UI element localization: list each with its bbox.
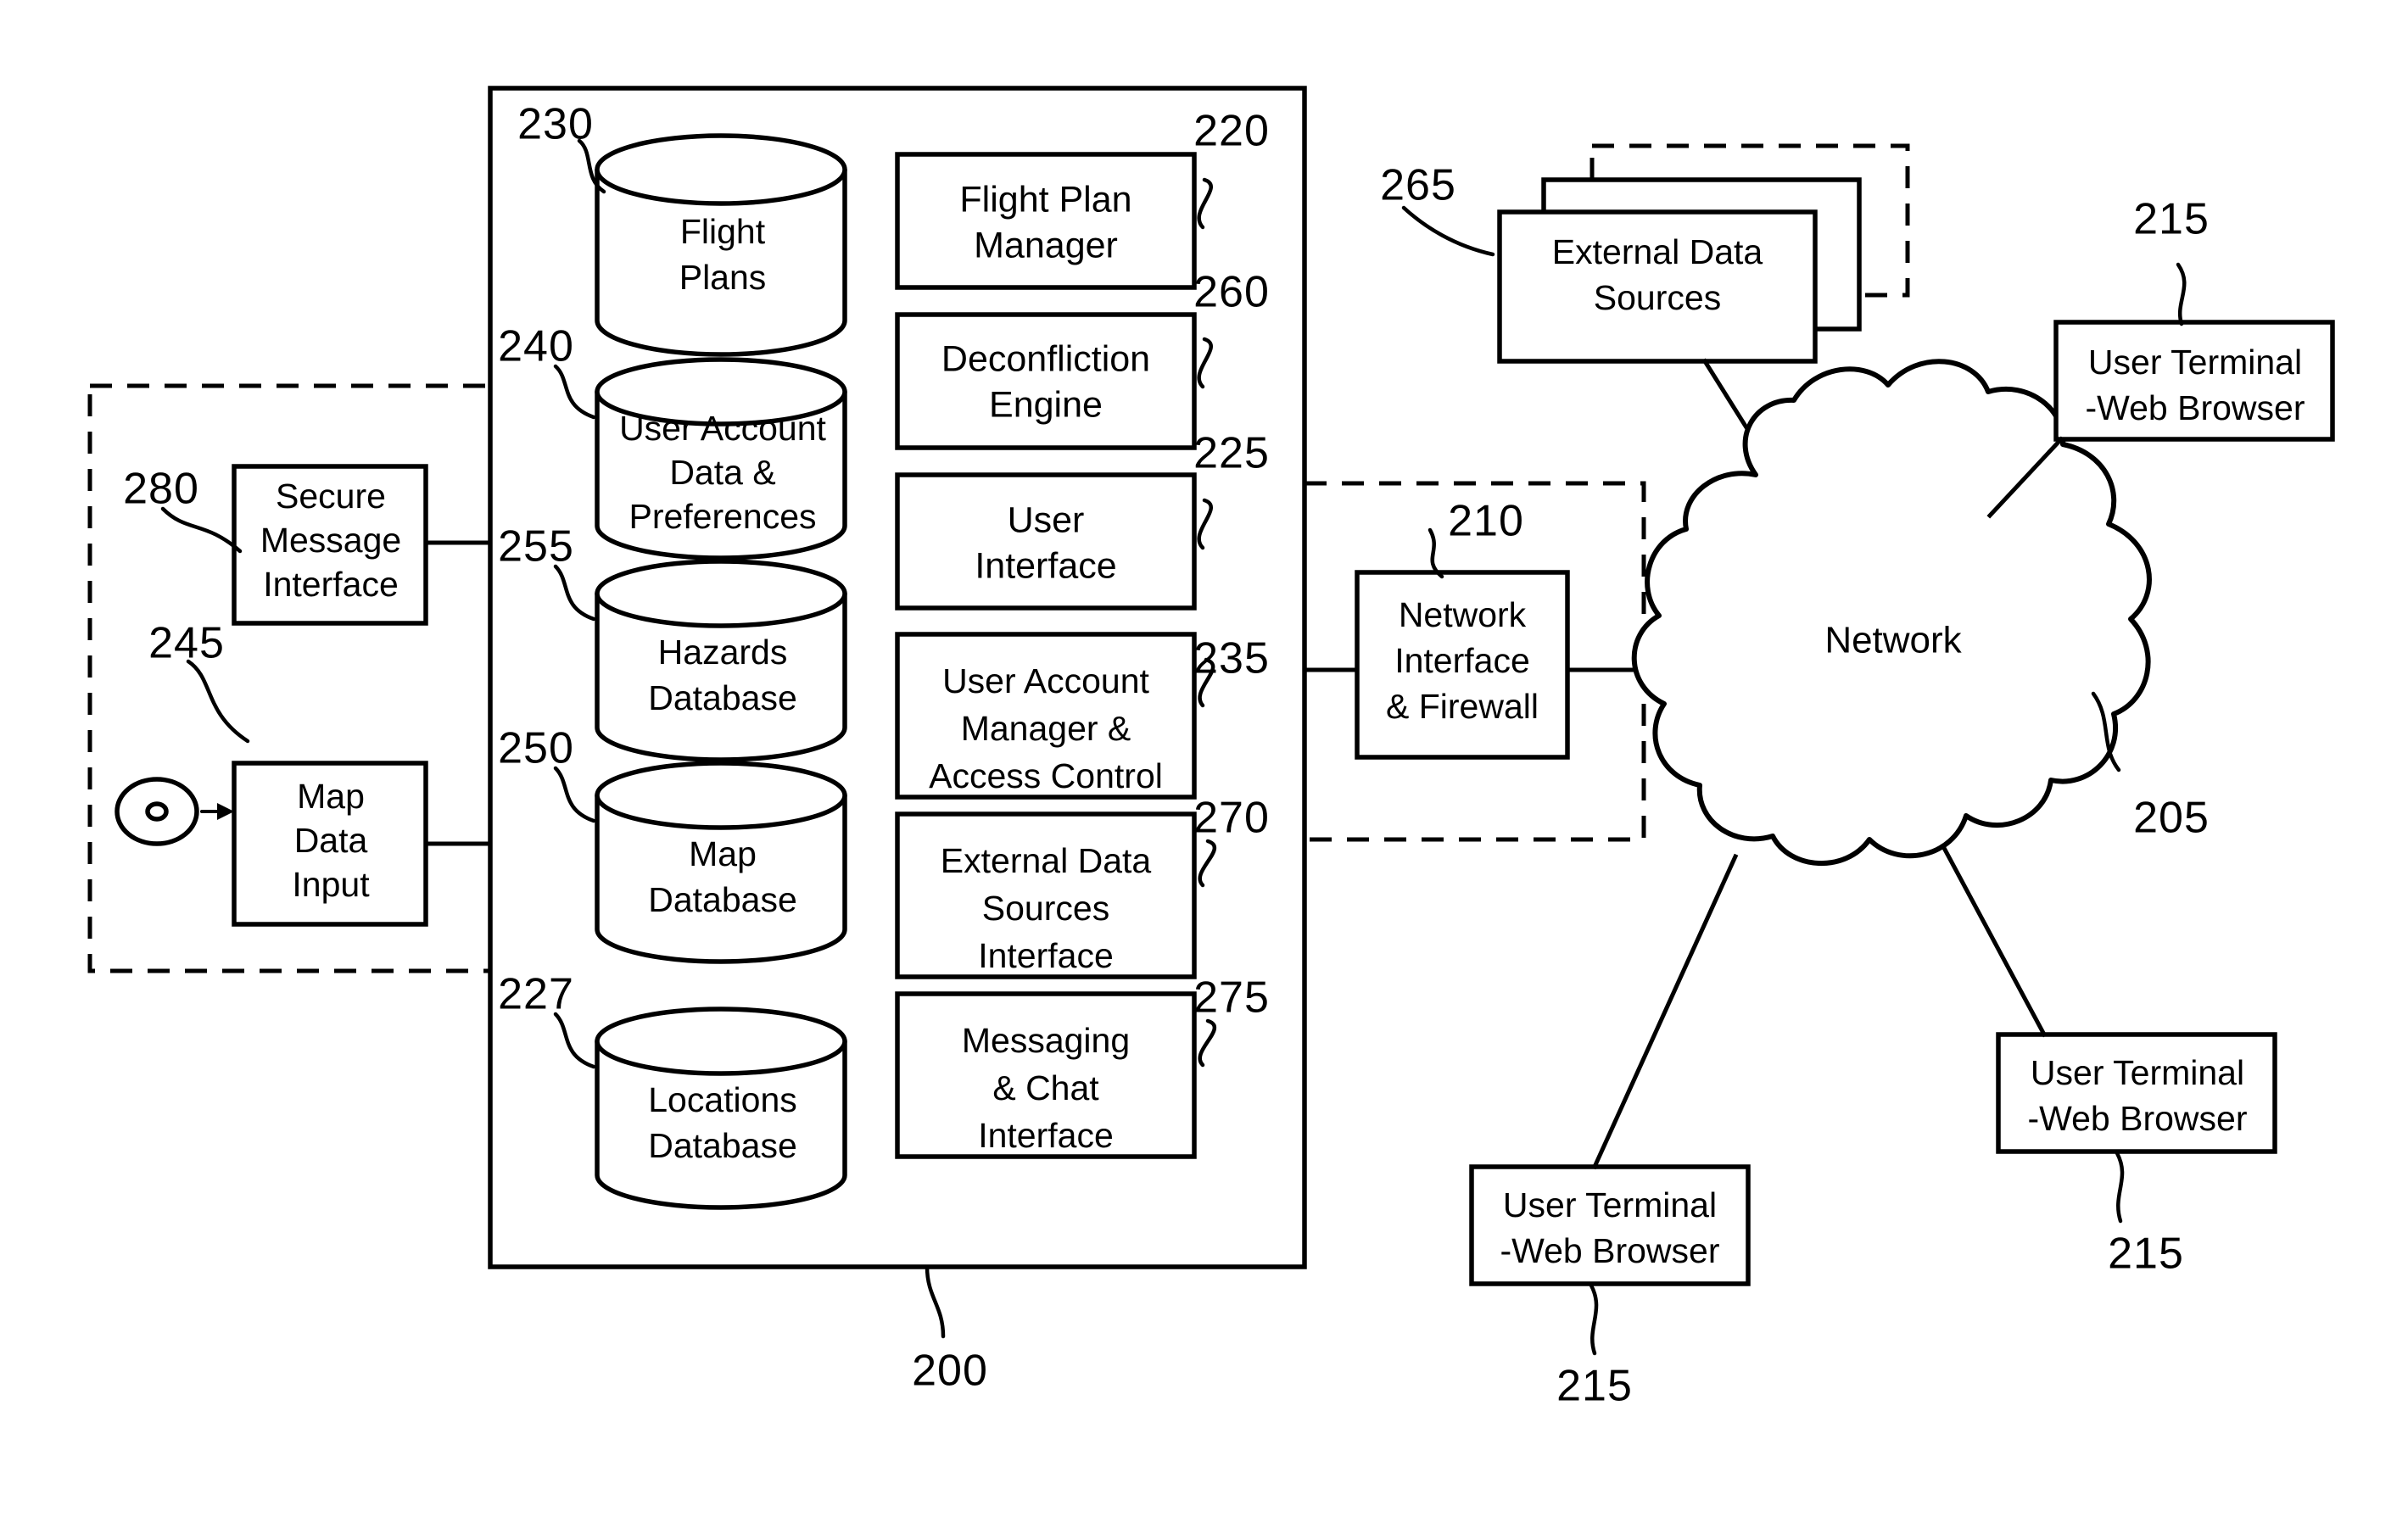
ref-265: 265 <box>1380 161 1456 210</box>
ut-bottom-right-label-2: -Web Browser <box>2028 1099 2248 1138</box>
ut-top-right-label-1: User Terminal <box>2088 343 2302 382</box>
db-map-label-2: Database <box>648 880 797 919</box>
eds-label-1: External Data <box>1552 232 1763 271</box>
module-uam-label-1: User Account <box>942 661 1149 700</box>
leader-210 <box>1427 527 1444 579</box>
module-de-label-1: Deconfliction <box>941 338 1150 379</box>
ref-280: 280 <box>123 465 199 514</box>
ref-260: 260 <box>1193 268 1270 317</box>
module-uam-label-3: Access Control <box>929 756 1163 795</box>
ref-240: 240 <box>498 322 574 371</box>
eds-label-2: Sources <box>1594 278 1721 317</box>
network-label: Network <box>1824 620 1962 661</box>
module-deconfliction-engine <box>895 312 1197 450</box>
ref-275: 275 <box>1193 973 1270 1023</box>
leader-265 <box>1401 205 1495 257</box>
nif-label-2: Interface <box>1394 641 1530 680</box>
module-fpm-label-1: Flight Plan <box>959 179 1131 220</box>
db-hazards-label-1: Hazards <box>658 633 788 672</box>
db-hazards-label-2: Database <box>648 678 797 717</box>
module-de-label-2: Engine <box>989 384 1103 425</box>
leader-215-bottom-right <box>2115 1151 2125 1224</box>
db-map-label-1: Map <box>689 834 757 873</box>
map-data-label-1: Map <box>297 777 365 816</box>
secure-msg-label-2: Message <box>260 521 401 560</box>
ref-200: 200 <box>912 1347 988 1396</box>
ut-top-right-label-2: -Web Browser <box>2086 388 2305 427</box>
module-ui-label-1: User <box>1008 499 1085 540</box>
ref-215-bottom-left: 215 <box>1556 1362 1633 1411</box>
db-user-account-label-1: User Account <box>619 409 826 448</box>
nif-label-3: & Firewall <box>1386 687 1539 726</box>
connector-cloud-to-ut-bottom-right <box>1941 845 2048 1038</box>
module-edsi-label-3: Interface <box>978 936 1114 975</box>
system-architecture-diagram: 200 230 Flight Plans 240 User Account Da… <box>87 86 2335 1411</box>
ref-215-top-right: 215 <box>2133 195 2210 244</box>
db-flight-plans-label-1: Flight <box>680 212 766 251</box>
module-mci-label-3: Interface <box>978 1116 1114 1155</box>
module-flight-plan-manager <box>895 152 1197 290</box>
module-mci-label-2: & Chat <box>992 1068 1099 1107</box>
module-mci-label-1: Messaging <box>962 1021 1130 1060</box>
module-edsi-label-2: Sources <box>982 889 1109 928</box>
ref-255: 255 <box>498 522 574 572</box>
ref-270: 270 <box>1193 794 1270 843</box>
patent-figure-canvas: 200 230 Flight Plans 240 User Account Da… <box>0 0 2408 1528</box>
module-uam-label-2: Manager & <box>961 709 1131 748</box>
secure-msg-label-3: Interface <box>263 565 399 604</box>
secure-msg-label-1: Secure <box>276 477 386 516</box>
nif-label-1: Network <box>1399 595 1527 634</box>
arrowhead-disc-to-map-input <box>217 803 234 820</box>
ref-220: 220 <box>1193 107 1270 156</box>
optical-disc-icon <box>115 777 199 846</box>
module-user-interface <box>895 472 1197 611</box>
module-edsi-label-1: External Data <box>941 841 1152 880</box>
db-flight-plans-label-2: Plans <box>679 258 767 297</box>
map-data-label-3: Input <box>292 865 370 904</box>
ref-205: 205 <box>2133 794 2210 843</box>
ut-bottom-left-label-1: User Terminal <box>1503 1185 1717 1224</box>
leader-200 <box>925 1264 946 1339</box>
db-user-account-label-2: Data & <box>669 453 775 492</box>
ref-215-bottom-right: 215 <box>2108 1230 2184 1279</box>
db-user-account-label-3: Preferences <box>629 497 816 536</box>
leader-280 <box>160 506 243 554</box>
ref-250: 250 <box>498 724 574 773</box>
ut-bottom-left-label-2: -Web Browser <box>1500 1231 1720 1270</box>
ref-210: 210 <box>1448 497 1524 546</box>
ref-245: 245 <box>148 619 225 668</box>
ref-235: 235 <box>1193 634 1270 683</box>
module-ui-label-2: Interface <box>975 545 1116 586</box>
ut-bottom-right-label-1: User Terminal <box>2031 1053 2244 1092</box>
connector-cloud-to-ut-bottom-left <box>1591 853 1739 1170</box>
module-fpm-label-2: Manager <box>974 225 1118 265</box>
map-data-label-2: Data <box>294 821 368 860</box>
ref-230: 230 <box>517 100 594 149</box>
db-locations-label-1: Locations <box>648 1080 797 1119</box>
leader-215-top-right <box>2176 262 2187 326</box>
ref-227: 227 <box>498 970 574 1019</box>
leader-215-bottom-left <box>1589 1283 1599 1356</box>
db-locations-label-2: Database <box>648 1126 797 1165</box>
ref-225: 225 <box>1193 429 1270 478</box>
leader-245 <box>186 659 250 744</box>
